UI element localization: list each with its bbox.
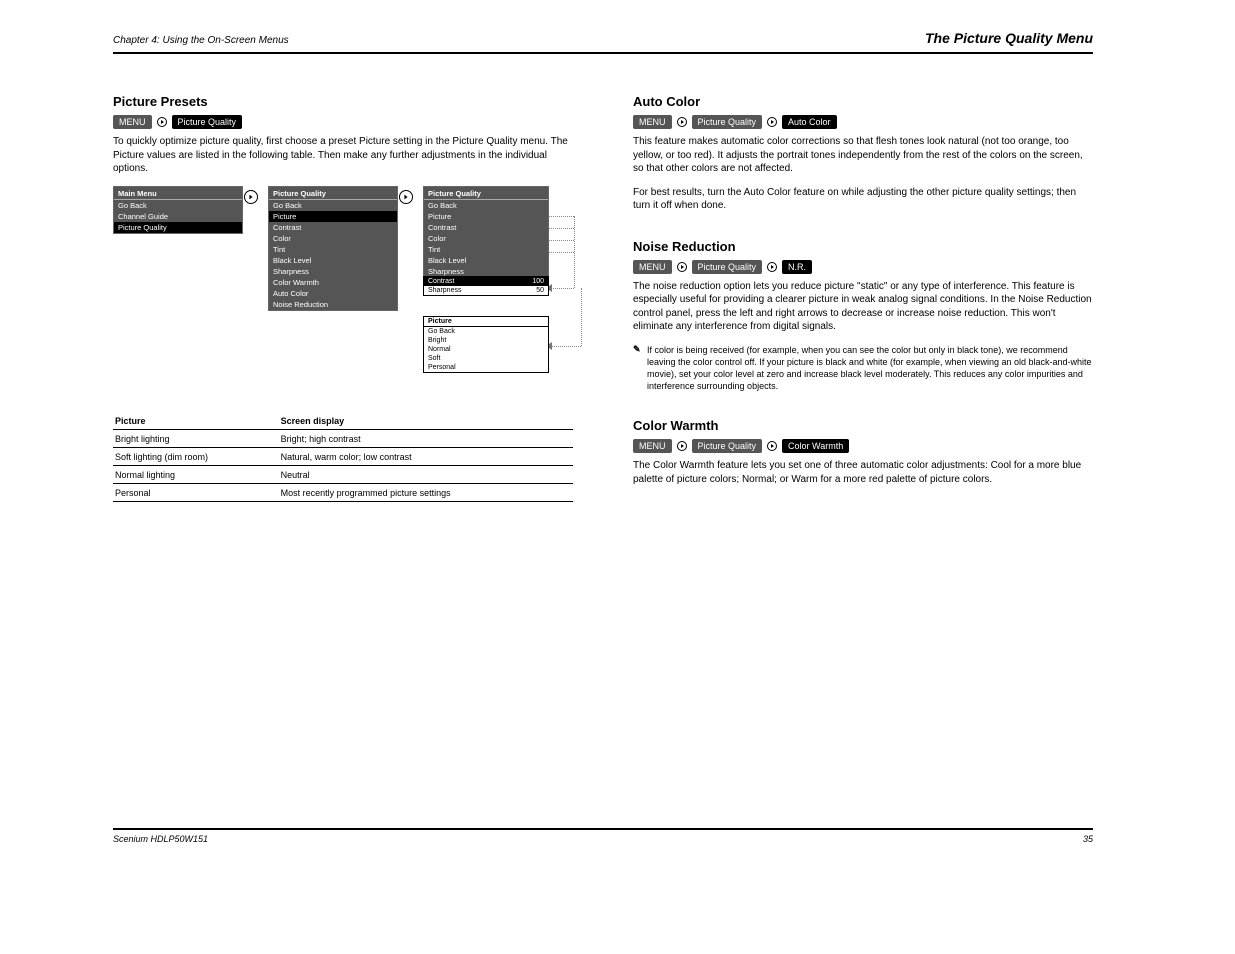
menu-item: Black Level — [424, 255, 548, 266]
menu-item: Go Back — [424, 200, 548, 211]
menu-item: Auto Color — [269, 288, 397, 299]
breadcrumb-menu: MENU — [633, 439, 672, 453]
table-header: Screen display — [279, 412, 573, 430]
chevron-right-icon — [676, 116, 688, 128]
menu-title: Picture — [424, 317, 548, 327]
menu-item: Go Back — [269, 200, 397, 211]
breadcrumb-menu: MENU — [633, 115, 672, 129]
chevron-right-icon — [766, 116, 778, 128]
menu-item: Picture — [269, 211, 397, 222]
chevron-right-icon — [676, 440, 688, 452]
breadcrumb-menu: MENU — [633, 260, 672, 274]
footer-product: Scenium HDLP50W151 — [113, 834, 208, 844]
connector-line — [551, 346, 581, 347]
breadcrumb-picture-presets: MENU Picture Quality — [113, 115, 573, 129]
table-row: Bright lightingBright; high contrast — [113, 429, 573, 447]
noise-reduction-desc: The noise reduction option lets you redu… — [633, 280, 1093, 334]
breadcrumb-picturequality: Picture Quality — [692, 260, 763, 274]
left-column: Picture Presets MENU Picture Quality To … — [113, 68, 573, 502]
menu-item: Picture — [424, 211, 548, 222]
footer-page-number: 35 — [1083, 834, 1093, 844]
chevron-right-icon — [766, 261, 778, 273]
table-row: Normal lightingNeutral — [113, 465, 573, 483]
menu-title: Picture Quality — [424, 187, 548, 200]
page-header: Chapter 4: Using the On-Screen Menus The… — [113, 30, 1093, 54]
breadcrumb-colorwarmth: Color Warmth — [782, 439, 849, 453]
menu-box-main: Main Menu Go Back Channel Guide Picture … — [113, 186, 243, 234]
menu-box-picture-quality: Picture Quality Go Back Picture Contrast… — [268, 186, 398, 311]
color-warmth-title: Color Warmth — [633, 418, 1093, 433]
menu-item: Contrast — [269, 222, 397, 233]
breadcrumb-menu: MENU — [113, 115, 152, 129]
menu-box-picture: Picture Go Back Bright Normal Soft Perso… — [423, 316, 549, 373]
page-footer: Scenium HDLP50W151 35 — [113, 828, 1093, 844]
menu-item: Tint — [269, 244, 397, 255]
menu-item: Go Back — [424, 327, 548, 336]
connector-line — [574, 216, 575, 288]
right-column: Auto Color MENU Picture Quality Auto Col… — [633, 68, 1093, 502]
chevron-right-icon — [156, 116, 168, 128]
auto-color-desc: This feature makes automatic color corre… — [633, 135, 1093, 176]
table-row: Soft lighting (dim room)Natural, warm co… — [113, 447, 573, 465]
menu-item: Soft — [424, 354, 548, 363]
breadcrumb-auto-color: MENU Picture Quality Auto Color — [633, 115, 1093, 129]
auto-color-desc2: For best results, turn the Auto Color fe… — [633, 186, 1093, 213]
chevron-right-icon — [766, 440, 778, 452]
menu-item: Noise Reduction — [269, 299, 397, 310]
breadcrumb-autocolor: Auto Color — [782, 115, 837, 129]
connector-line — [549, 240, 574, 241]
menu-item: Contrast — [424, 222, 548, 233]
breadcrumb-noise-reduction: MENU Picture Quality N.R. — [633, 260, 1093, 274]
menu-item: Color — [269, 233, 397, 244]
menu-item: Color Warmth — [269, 277, 397, 288]
chevron-right-icon — [399, 190, 413, 204]
menu-item: Normal — [424, 345, 548, 354]
menu-item: Picture Quality — [114, 222, 242, 233]
picture-presets-title: Picture Presets — [113, 94, 573, 109]
menu-item: Tint — [424, 244, 548, 255]
page-section-title: The Picture Quality Menu — [925, 30, 1093, 46]
chevron-right-icon — [244, 190, 258, 204]
menu-diagram: Main Menu Go Back Channel Guide Picture … — [113, 186, 573, 406]
menu-item: Black Level — [269, 255, 397, 266]
breadcrumb-picturequality: Picture Quality — [692, 115, 763, 129]
menu-item: Bright — [424, 336, 548, 345]
adjust-row: Sharpness50 — [424, 286, 548, 295]
connector-line — [551, 288, 574, 289]
picture-presets-desc: To quickly optimize picture quality, fir… — [113, 135, 573, 176]
breadcrumb-picturequality: Picture Quality — [172, 115, 243, 129]
color-warmth-desc: The Color Warmth feature lets you set on… — [633, 459, 1093, 486]
table-header: Picture — [113, 412, 279, 430]
table-row: PersonalMost recently programmed picture… — [113, 483, 573, 501]
breadcrumb-color-warmth: MENU Picture Quality Color Warmth — [633, 439, 1093, 453]
menu-item: Go Back — [114, 200, 242, 211]
connector-line — [549, 228, 574, 229]
auto-color-title: Auto Color — [633, 94, 1093, 109]
menu-title: Main Menu — [114, 187, 242, 200]
connector-line — [581, 288, 582, 346]
menu-item: Personal — [424, 363, 548, 372]
noise-reduction-note: ✎ If color is being received (for exampl… — [633, 344, 1093, 393]
menu-item: Color — [424, 233, 548, 244]
breadcrumb-picturequality: Picture Quality — [692, 439, 763, 453]
picture-presets-table: PictureScreen display Bright lightingBri… — [113, 412, 573, 502]
note-icon: ✎ — [633, 344, 647, 393]
menu-item: Sharpness — [269, 266, 397, 277]
adjust-row: Contrast100 — [424, 277, 548, 286]
menu-box-adjust: Contrast100 Sharpness50 — [423, 276, 549, 296]
chapter-label: Chapter 4: Using the On-Screen Menus — [113, 35, 289, 46]
menu-title: Picture Quality — [269, 187, 397, 200]
note-text: If color is being received (for example,… — [647, 344, 1093, 393]
menu-item: Channel Guide — [114, 211, 242, 222]
menu-box-picture-quality-sub: Picture Quality Go Back Picture Contrast… — [423, 186, 549, 289]
breadcrumb-nr: N.R. — [782, 260, 812, 274]
connector-line — [549, 216, 574, 217]
connector-line — [549, 252, 574, 253]
chevron-right-icon — [676, 261, 688, 273]
noise-reduction-title: Noise Reduction — [633, 239, 1093, 254]
